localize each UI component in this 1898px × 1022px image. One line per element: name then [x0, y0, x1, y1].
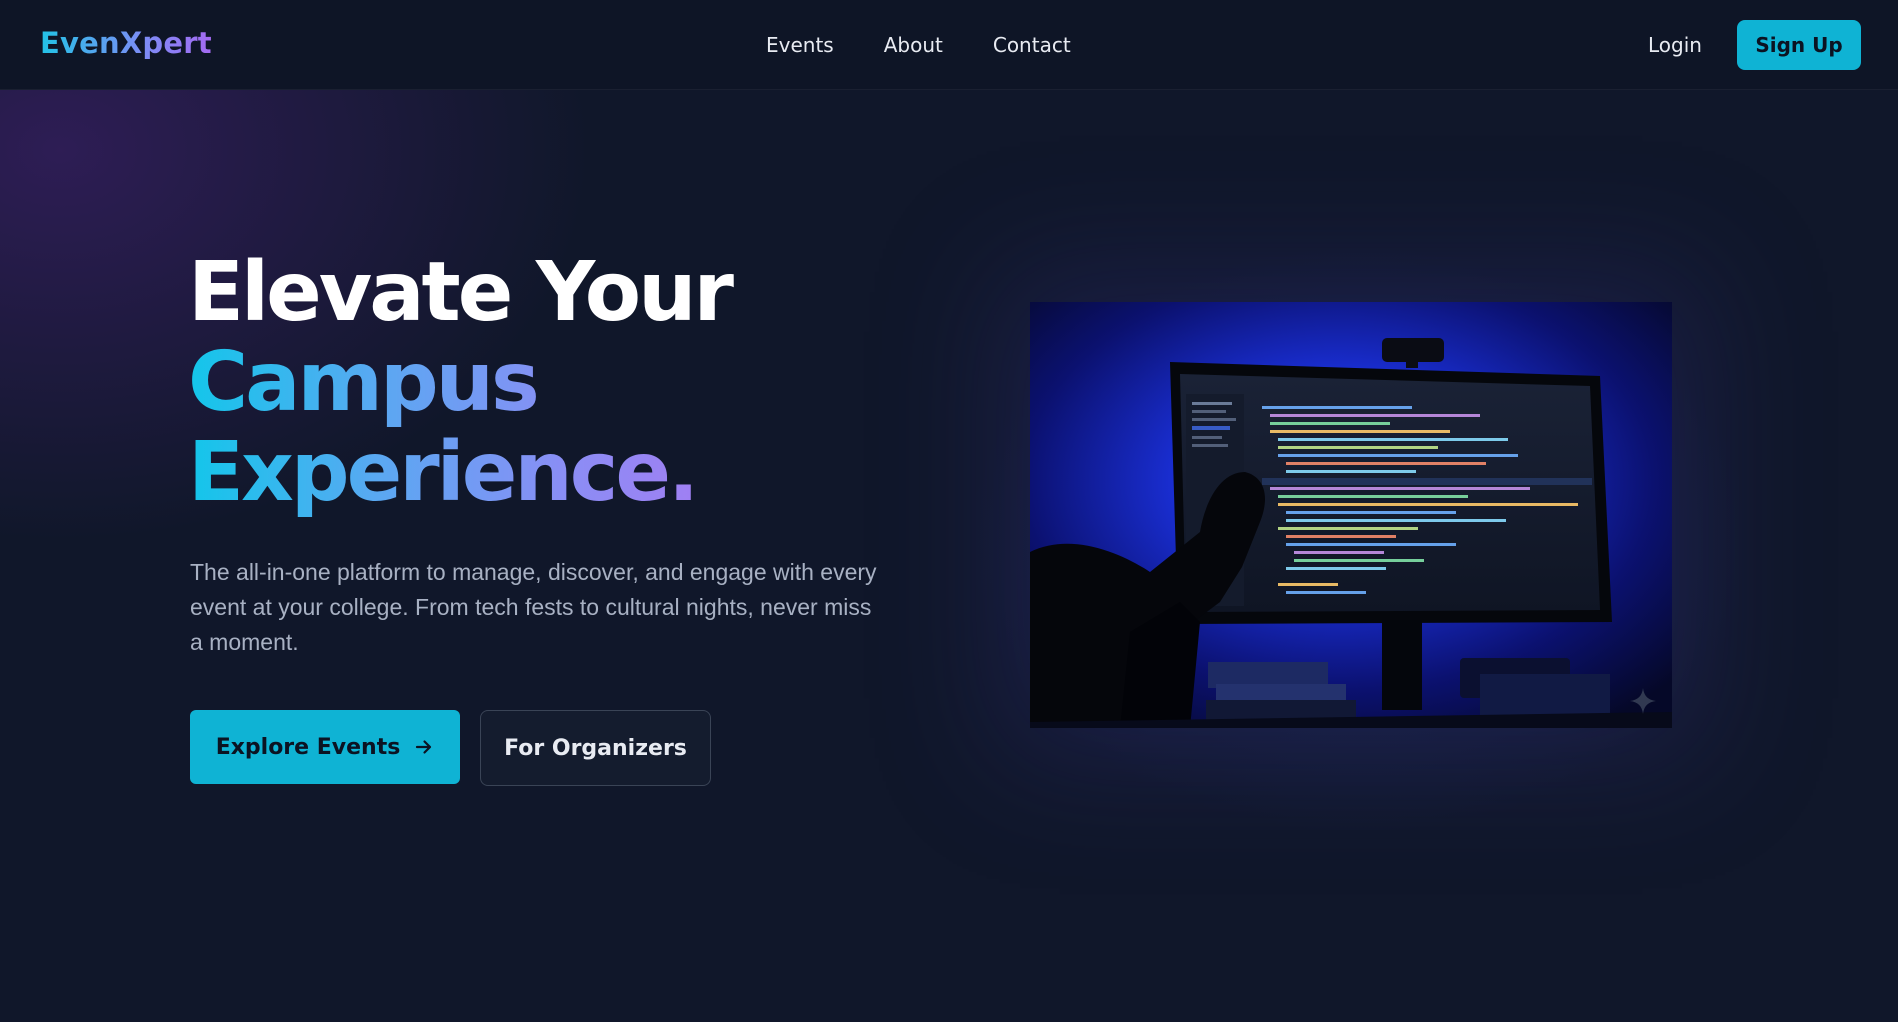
explore-events-button[interactable]: Explore Events [190, 710, 460, 784]
login-link[interactable]: Login [1648, 33, 1702, 57]
primary-nav: Events About Contact [766, 33, 1071, 57]
sparkle-icon [1630, 688, 1656, 714]
desk-setup-photo [1030, 302, 1672, 728]
hero-image [1030, 302, 1672, 728]
nav-link-contact[interactable]: Contact [993, 33, 1071, 57]
hero-title-line-1: Elevate Your [188, 245, 734, 340]
hero-title-line-2: Campus [188, 338, 731, 428]
navbar: EvenXpert Events About Contact Login Sig… [0, 0, 1898, 90]
explore-events-label: Explore Events [215, 734, 401, 760]
landing-page: EvenXpert Events About Contact Login Sig… [0, 0, 1898, 1022]
nav-link-about[interactable]: About [884, 33, 943, 57]
signup-button[interactable]: Sign Up [1737, 20, 1861, 70]
nav-link-events[interactable]: Events [766, 33, 834, 57]
hero-description: The all-in-one platform to manage, disco… [190, 559, 877, 655]
for-organizers-button[interactable]: For Organizers [480, 710, 711, 786]
hero-title-line-3: Experience. [188, 428, 731, 518]
brand-logo[interactable]: EvenXpert [40, 26, 212, 60]
hero-title: Elevate Your Campus Experience. [188, 245, 734, 518]
arrow-right-icon [416, 740, 432, 754]
